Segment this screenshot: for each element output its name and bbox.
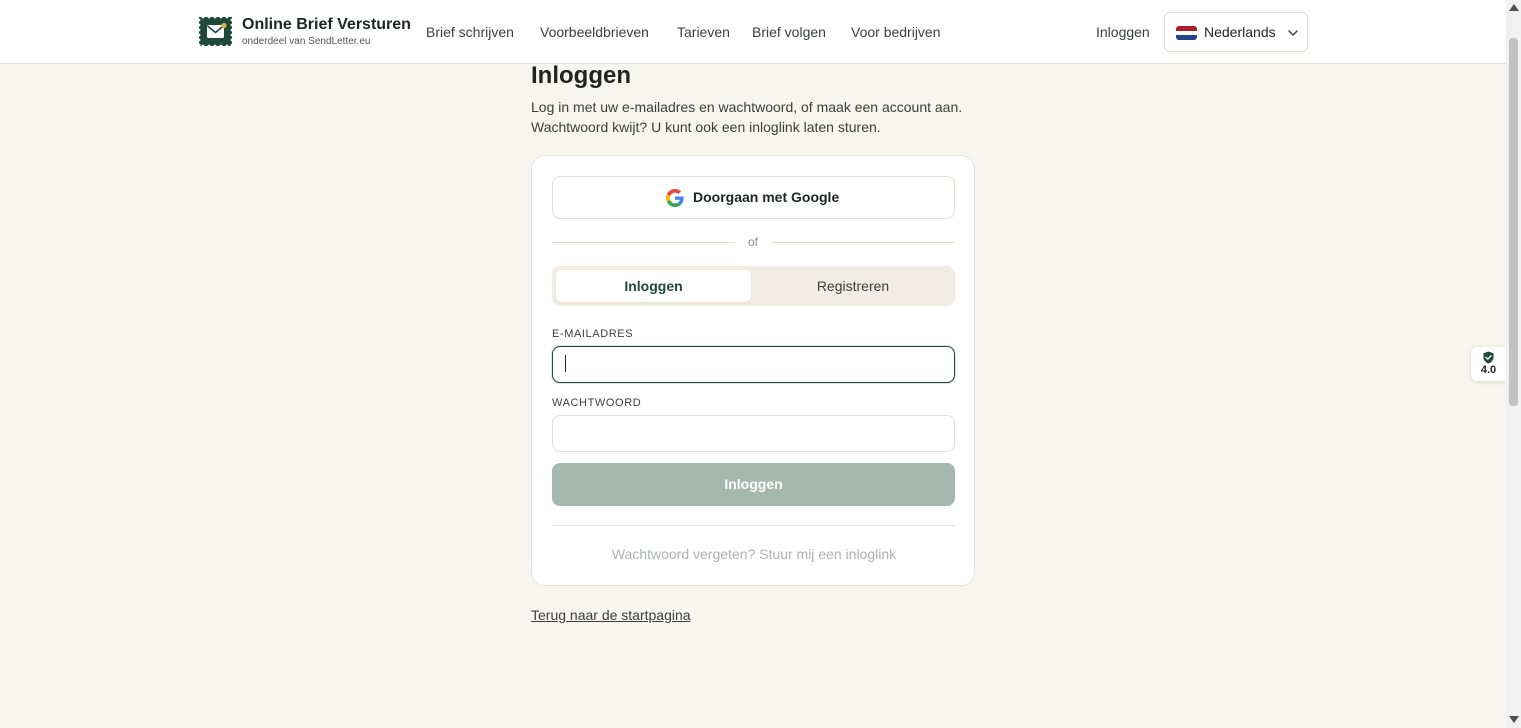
nav-brief-schrijven[interactable]: Brief schrijven — [426, 24, 514, 40]
nav-tarieven[interactable]: Tarieven — [677, 24, 730, 40]
divider-text: of — [748, 235, 759, 249]
tab-registreren[interactable]: Registreren — [755, 270, 951, 302]
scroll-down-arrow-icon[interactable] — [1509, 716, 1519, 723]
password-input[interactable] — [552, 415, 955, 452]
page-scrollbar[interactable] — [1506, 0, 1521, 728]
netherlands-flag-icon — [1176, 26, 1197, 40]
language-label: Nederlands — [1204, 24, 1276, 40]
nav-voor-bedrijven[interactable]: Voor bedrijven — [851, 24, 941, 40]
brand-title[interactable]: Online Brief Versturen — [242, 16, 411, 34]
email-label: E-MAILADRES — [552, 328, 634, 340]
divider-line-left — [552, 242, 735, 243]
nav-voorbeeldbrieven[interactable]: Voorbeeldbrieven — [540, 24, 649, 40]
envelope-stamp-logo-icon[interactable] — [199, 17, 232, 46]
language-select[interactable]: Nederlands — [1164, 12, 1308, 52]
card-separator — [552, 525, 955, 526]
google-icon — [666, 189, 684, 207]
nav-brief-volgen[interactable]: Brief volgen — [752, 24, 826, 40]
site-header: Online Brief Versturen onderdeel van Sen… — [0, 0, 1506, 64]
tab-inloggen[interactable]: Inloggen — [556, 270, 751, 302]
chevron-down-icon — [1288, 30, 1298, 36]
login-card: Doorgaan met Google of Inloggen Registre… — [531, 155, 975, 586]
login-submit-button[interactable]: Inloggen — [552, 463, 955, 506]
page-title: Inloggen — [531, 62, 631, 89]
rating-badge[interactable]: 4.0 — [1471, 347, 1506, 381]
email-input[interactable] — [552, 346, 955, 383]
magic-link-button[interactable]: Wachtwoord vergeten? Stuur mij een inlog… — [532, 546, 976, 562]
scrollbar-thumb[interactable] — [1509, 38, 1518, 406]
google-signin-button[interactable]: Doorgaan met Google — [552, 176, 955, 219]
google-button-label: Doorgaan met Google — [693, 189, 840, 205]
brand-subtitle: onderdeel van SendLetter.eu — [242, 36, 371, 47]
auth-tabs: Inloggen Registreren — [552, 266, 955, 306]
back-to-home-link[interactable]: Terug naar de startpagina — [531, 607, 691, 623]
shield-check-icon — [1483, 351, 1494, 364]
scroll-up-arrow-icon[interactable] — [1509, 4, 1519, 11]
text-caret — [565, 355, 566, 372]
header-login-link[interactable]: Inloggen — [1096, 24, 1150, 40]
password-label: WACHTWOORD — [552, 397, 642, 409]
divider-line-right — [771, 242, 955, 243]
rating-value: 4.0 — [1480, 364, 1497, 376]
page-description: Log in met uw e-mailadres en wachtwoord,… — [531, 99, 963, 135]
